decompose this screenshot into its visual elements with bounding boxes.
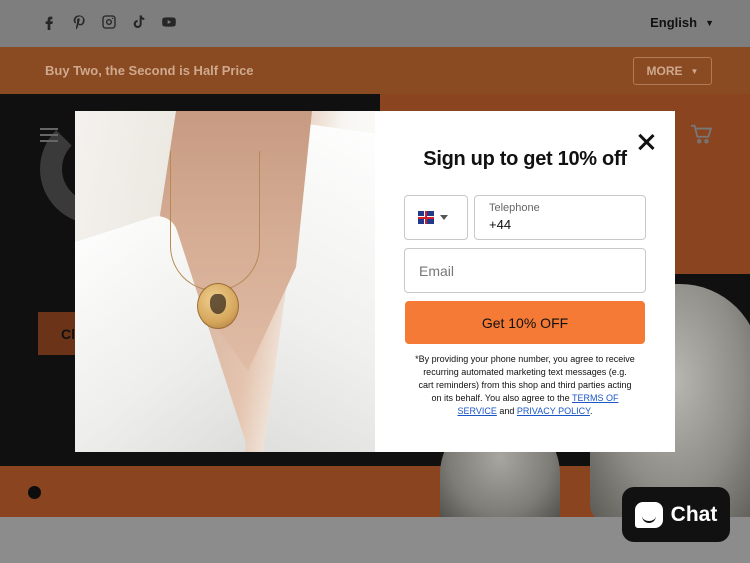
announcement-bar: Buy Two, the Second is Half Price MORE ▼	[0, 47, 750, 94]
signup-form: Sign up to get 10% off Telephone +44 Get…	[375, 111, 675, 452]
image-chain	[170, 151, 260, 291]
chat-bubble-icon	[634, 501, 663, 528]
language-label: English	[650, 15, 698, 30]
telephone-field[interactable]: Telephone +44	[474, 195, 646, 240]
social-links	[40, 13, 178, 31]
country-code-select[interactable]	[404, 195, 468, 240]
menu-icon[interactable]	[40, 128, 58, 146]
top-bar: English ▼	[0, 0, 750, 47]
caret-down-icon	[440, 215, 448, 220]
modal-title: Sign up to get 10% off	[423, 148, 627, 170]
chevron-down-icon: ▼	[705, 17, 714, 28]
chat-button[interactable]: Chat	[622, 487, 730, 542]
sms-disclaimer: *By providing your phone number, you agr…	[415, 353, 635, 418]
instagram-icon[interactable]	[100, 13, 118, 31]
chat-label: Chat	[670, 502, 718, 526]
uk-flag-icon	[418, 211, 434, 224]
cart-icon[interactable]	[690, 124, 713, 149]
youtube-icon[interactable]	[160, 13, 178, 31]
period-text: .	[589, 406, 593, 416]
more-button[interactable]: MORE ▼	[633, 57, 712, 85]
tiktok-icon[interactable]	[130, 13, 148, 31]
announcement-text[interactable]: Buy Two, the Second is Half Price	[45, 63, 254, 78]
signup-modal: Sign up to get 10% off Telephone +44 Get…	[75, 111, 675, 452]
pinterest-icon[interactable]	[70, 13, 88, 31]
more-label: MORE	[646, 64, 683, 78]
language-selector[interactable]: English ▼	[650, 15, 714, 30]
privacy-policy-link[interactable]: PRIVACY POLICY	[517, 406, 590, 416]
chevron-down-icon: ▼	[690, 66, 699, 76]
email-field[interactable]	[404, 248, 646, 293]
get-discount-button[interactable]: Get 10% OFF	[405, 301, 645, 344]
and-text: and	[499, 406, 515, 416]
facebook-icon[interactable]	[40, 13, 58, 31]
telephone-value[interactable]: +44	[489, 217, 631, 232]
necklace-product-image	[75, 111, 375, 452]
image-pendant	[197, 283, 239, 329]
slider-dot[interactable]	[28, 486, 41, 499]
telephone-label: Telephone	[489, 202, 540, 214]
